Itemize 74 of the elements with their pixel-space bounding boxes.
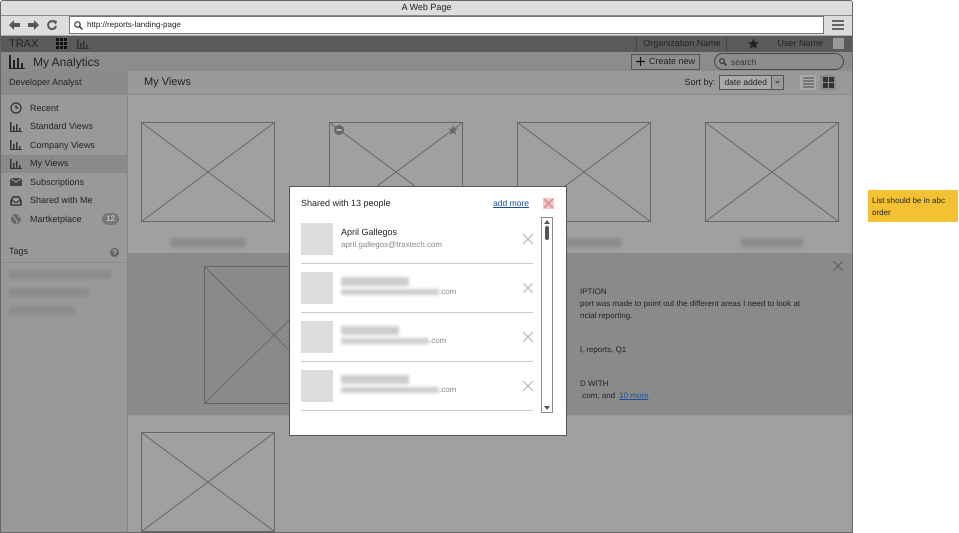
bar-chart-icon — [9, 54, 25, 68]
envelope-icon — [10, 176, 22, 188]
sidebar-item[interactable]: Recent — [1, 99, 127, 118]
sidebar-item[interactable]: Martketplace 12 — [1, 210, 127, 228]
person-name: April Gallegos — [341, 226, 398, 239]
user-avatar[interactable] — [833, 38, 844, 50]
search-icon — [719, 58, 727, 66]
sidebar-item[interactable]: Standard Views — [1, 118, 127, 136]
menu-icon[interactable] — [832, 20, 844, 30]
sidebar-item[interactable]: Shared with Me — [1, 192, 127, 210]
section-title: My Views — [144, 75, 191, 90]
sort-dropdown[interactable]: date added — [719, 75, 784, 90]
redacted-name — [341, 375, 409, 384]
shared-text: .com, and — [580, 390, 616, 402]
avatar-placeholder — [301, 370, 333, 402]
grid-view-button[interactable] — [820, 75, 836, 90]
close-icon[interactable] — [543, 198, 554, 210]
avatar-placeholder — [301, 222, 333, 254]
person-email: april.gallegos@traxtech.com — [341, 239, 442, 252]
person-email: .com — [429, 335, 446, 347]
description-text: port was made to point out the different areas I need to look at — [580, 298, 801, 310]
description-text: ncial reporting. — [580, 310, 634, 322]
grid-icon[interactable] — [56, 38, 68, 50]
remove-icon[interactable] — [523, 234, 533, 244]
redacted-name — [341, 277, 409, 286]
inbox-icon — [10, 194, 22, 207]
redacted-name — [341, 326, 399, 335]
person-email: .com — [439, 384, 456, 396]
sticky-note: List should be in abc order — [868, 190, 958, 222]
remove-icon[interactable] — [523, 380, 533, 390]
avatar-placeholder — [301, 272, 333, 304]
forward-arrow-icon[interactable] — [28, 20, 39, 30]
reload-icon[interactable] — [47, 20, 57, 30]
list-view-button[interactable] — [800, 75, 816, 90]
tags-text: l, reports, Q1 — [580, 344, 628, 356]
remove-icon[interactable] — [523, 332, 533, 342]
plus-icon — [636, 57, 645, 66]
sidebar-item[interactable]: My Views — [1, 154, 127, 173]
bar-chart-icon — [10, 158, 22, 170]
url-field[interactable]: http://reports-landing-page — [69, 16, 824, 34]
create-new-button[interactable]: Create new — [630, 54, 700, 70]
sort-label: Sort by: — [684, 76, 716, 89]
search-icon — [74, 20, 83, 30]
close-icon[interactable] — [833, 261, 843, 271]
page-title: My Analytics — [33, 54, 100, 70]
shared-heading: D WITH — [580, 378, 610, 390]
bar-chart-icon[interactable] — [77, 38, 90, 50]
scroll-down-icon[interactable] — [544, 406, 550, 410]
search-field[interactable]: search — [714, 53, 844, 70]
bar-chart-icon — [10, 139, 22, 152]
caret-icon — [771, 76, 783, 89]
sidebar-item[interactable]: Subscriptions — [1, 173, 127, 192]
dialog-title: Shared with 13 people — [301, 197, 391, 210]
star-icon[interactable] — [748, 38, 760, 50]
back-arrow-icon[interactable] — [9, 20, 20, 30]
scroll-thumb[interactable] — [545, 226, 549, 240]
details-heading: IPTION — [580, 286, 608, 298]
sidebar-heading: Developer Analyst — [9, 76, 82, 90]
remove-icon[interactable] — [523, 282, 533, 292]
scrollbar[interactable] — [541, 216, 553, 412]
scroll-up-icon[interactable] — [544, 220, 550, 224]
count-badge: 12 — [102, 213, 119, 226]
add-more-link[interactable]: add more — [493, 197, 529, 210]
star-icon[interactable] — [448, 125, 458, 135]
bar-chart-icon — [10, 120, 22, 133]
sidebar-item[interactable]: Company Views — [1, 136, 127, 154]
window-title: A Web Page — [402, 1, 452, 14]
avatar-placeholder — [301, 320, 333, 352]
clock-icon — [10, 102, 22, 114]
help-icon[interactable] — [110, 248, 119, 256]
person-email: .com — [439, 286, 456, 298]
remove-icon[interactable] — [334, 125, 344, 135]
tags-heading: Tags — [9, 245, 28, 258]
globe-icon — [10, 213, 22, 226]
